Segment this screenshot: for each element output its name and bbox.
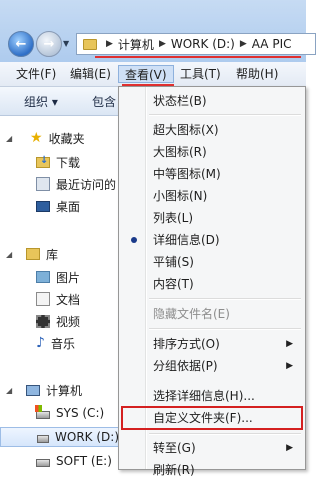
menu-file[interactable]: 文件(F) bbox=[10, 65, 62, 83]
nav-label: 文档 bbox=[56, 292, 81, 307]
menu-edit[interactable]: 编辑(E) bbox=[64, 65, 117, 83]
system-drive-icon bbox=[35, 404, 50, 419]
nav-label: 计算机 bbox=[46, 383, 83, 398]
collapse-chevron-icon[interactable]: ◢ bbox=[6, 134, 12, 143]
nav-label: SYS (C:) bbox=[56, 406, 105, 420]
breadcrumb-chevron-icon[interactable]: ▶ bbox=[106, 39, 113, 49]
address-bar[interactable]: ▶ 计算机 ▶ WORK (D:) ▶ AA PIC bbox=[76, 33, 316, 55]
menu-item-hide-extensions: 隐藏文件名(E) bbox=[153, 307, 230, 321]
nav-libraries[interactable]: ◢ 库 bbox=[6, 244, 59, 264]
music-note-icon: ♪ bbox=[36, 335, 45, 351]
menu-tools[interactable]: 工具(T) bbox=[174, 65, 227, 83]
nav-drive-e[interactable]: SOFT (E:) bbox=[36, 451, 112, 471]
menu-item-group-by[interactable]: 分组依据(P) ▶ bbox=[121, 355, 303, 377]
recent-pages-dropdown-icon[interactable]: ▼ bbox=[63, 39, 69, 48]
annotation-underline bbox=[95, 56, 301, 58]
nav-desktop[interactable]: 桌面 bbox=[36, 196, 80, 216]
menu-help[interactable]: 帮助(H) bbox=[230, 65, 284, 83]
menu-item-go-to[interactable]: 转至(G) ▶ bbox=[121, 437, 303, 459]
nav-label: 收藏夹 bbox=[48, 131, 85, 146]
star-icon: ★ bbox=[30, 130, 43, 146]
menu-item-large-icons[interactable]: 大图标(R) bbox=[121, 141, 303, 163]
menu-item-details[interactable]: 详细信息(D) bbox=[121, 229, 303, 251]
nav-drive-d[interactable]: WORK (D:) bbox=[0, 427, 120, 447]
menu-separator bbox=[149, 114, 301, 116]
menu-view[interactable]: 查看(V) bbox=[118, 65, 174, 83]
nav-label: 音乐 bbox=[50, 336, 75, 351]
nav-videos[interactable]: 视频 bbox=[36, 311, 80, 331]
menu-item-refresh[interactable]: 刷新(R) bbox=[121, 459, 303, 481]
include-in-library-button[interactable]: 包含 bbox=[92, 93, 116, 110]
radio-bullet-icon bbox=[131, 237, 137, 243]
nav-recent-places[interactable]: 最近访问的 bbox=[36, 174, 116, 194]
title-bar: ← → ▼ ▶ 计算机 ▶ WORK (D:) ▶ AA PIC bbox=[0, 0, 316, 62]
drive-icon bbox=[36, 458, 50, 467]
menu-item-medium-icons[interactable]: 中等图标(M) bbox=[121, 163, 303, 185]
nav-label: 最近访问的 bbox=[56, 177, 117, 192]
nav-label: 桌面 bbox=[56, 199, 81, 214]
submenu-arrow-icon: ▶ bbox=[286, 443, 293, 453]
nav-label: 视频 bbox=[56, 314, 81, 329]
nav-documents[interactable]: 文档 bbox=[36, 289, 80, 309]
nav-drive-c[interactable]: SYS (C:) bbox=[35, 403, 105, 423]
nav-pictures[interactable]: 图片 bbox=[36, 267, 80, 287]
menu-item-tiles[interactable]: 平铺(S) bbox=[121, 251, 303, 273]
menu-item-sort-by[interactable]: 排序方式(O) ▶ bbox=[121, 333, 303, 355]
nav-label: 图片 bbox=[56, 270, 81, 285]
breadcrumb-chevron-icon[interactable]: ▶ bbox=[240, 39, 247, 49]
menu-item-content[interactable]: 内容(T) bbox=[121, 273, 303, 295]
menu-item-choose-details[interactable]: 选择详细信息(H)... bbox=[121, 385, 303, 407]
video-icon bbox=[36, 314, 50, 328]
nav-favorites[interactable]: ◢ ★ 收藏夹 bbox=[6, 128, 85, 148]
documents-icon bbox=[36, 292, 50, 306]
nav-label: SOFT (E:) bbox=[56, 454, 112, 468]
submenu-arrow-icon: ▶ bbox=[286, 339, 293, 349]
nav-downloads[interactable]: 下载 bbox=[36, 152, 80, 172]
menu-item-status-bar[interactable]: 状态栏(B) bbox=[121, 90, 303, 112]
menu-item-list[interactable]: 列表(L) bbox=[121, 207, 303, 229]
menu-item-extra-large-icons[interactable]: 超大图标(X) bbox=[121, 119, 303, 141]
submenu-arrow-icon: ▶ bbox=[286, 361, 293, 371]
drive-icon bbox=[37, 434, 50, 443]
navigation-pane: ◢ ★ 收藏夹 下载 最近访问的 桌面 ◢ 库 图片 文档 视频 ♪ 音乐 ◢ … bbox=[0, 116, 120, 470]
computer-icon bbox=[26, 384, 40, 396]
menu-separator bbox=[149, 298, 301, 300]
library-icon bbox=[26, 248, 40, 260]
nav-music[interactable]: ♪ 音乐 bbox=[36, 333, 75, 353]
back-button[interactable]: ← bbox=[8, 31, 34, 57]
collapse-chevron-icon[interactable]: ◢ bbox=[6, 386, 12, 395]
folder-icon bbox=[83, 38, 97, 50]
nav-label: WORK (D:) bbox=[55, 430, 119, 444]
breadcrumb-aa-pic[interactable]: AA PIC bbox=[252, 37, 292, 51]
breadcrumb-computer[interactable]: 计算机 bbox=[118, 36, 154, 53]
desktop-icon bbox=[36, 200, 50, 212]
view-menu-dropdown: 状态栏(B) 超大图标(X) 大图标(R) 中等图标(M) 小图标(N) 列表(… bbox=[118, 86, 306, 477]
breadcrumb-chevron-icon[interactable]: ▶ bbox=[159, 39, 166, 49]
menu-item-small-icons[interactable]: 小图标(N) bbox=[121, 185, 303, 207]
organize-button[interactable]: 组织 ▾ bbox=[24, 93, 58, 110]
menu-separator bbox=[149, 433, 301, 435]
nav-label: 下载 bbox=[56, 155, 81, 170]
nav-computer[interactable]: ◢ 计算机 bbox=[6, 380, 83, 400]
pictures-icon bbox=[36, 271, 50, 283]
breadcrumb-work-drive[interactable]: WORK (D:) bbox=[171, 37, 235, 51]
recent-places-icon bbox=[36, 177, 50, 191]
collapse-chevron-icon[interactable]: ◢ bbox=[6, 250, 12, 259]
annotation-highlight-box bbox=[121, 406, 303, 430]
menu-separator bbox=[149, 328, 301, 330]
downloads-folder-icon bbox=[36, 155, 50, 168]
nav-label: 库 bbox=[46, 247, 59, 262]
back-arrow-icon: ← bbox=[15, 36, 27, 52]
forward-arrow-icon: → bbox=[43, 36, 55, 52]
forward-button[interactable]: → bbox=[36, 31, 62, 57]
